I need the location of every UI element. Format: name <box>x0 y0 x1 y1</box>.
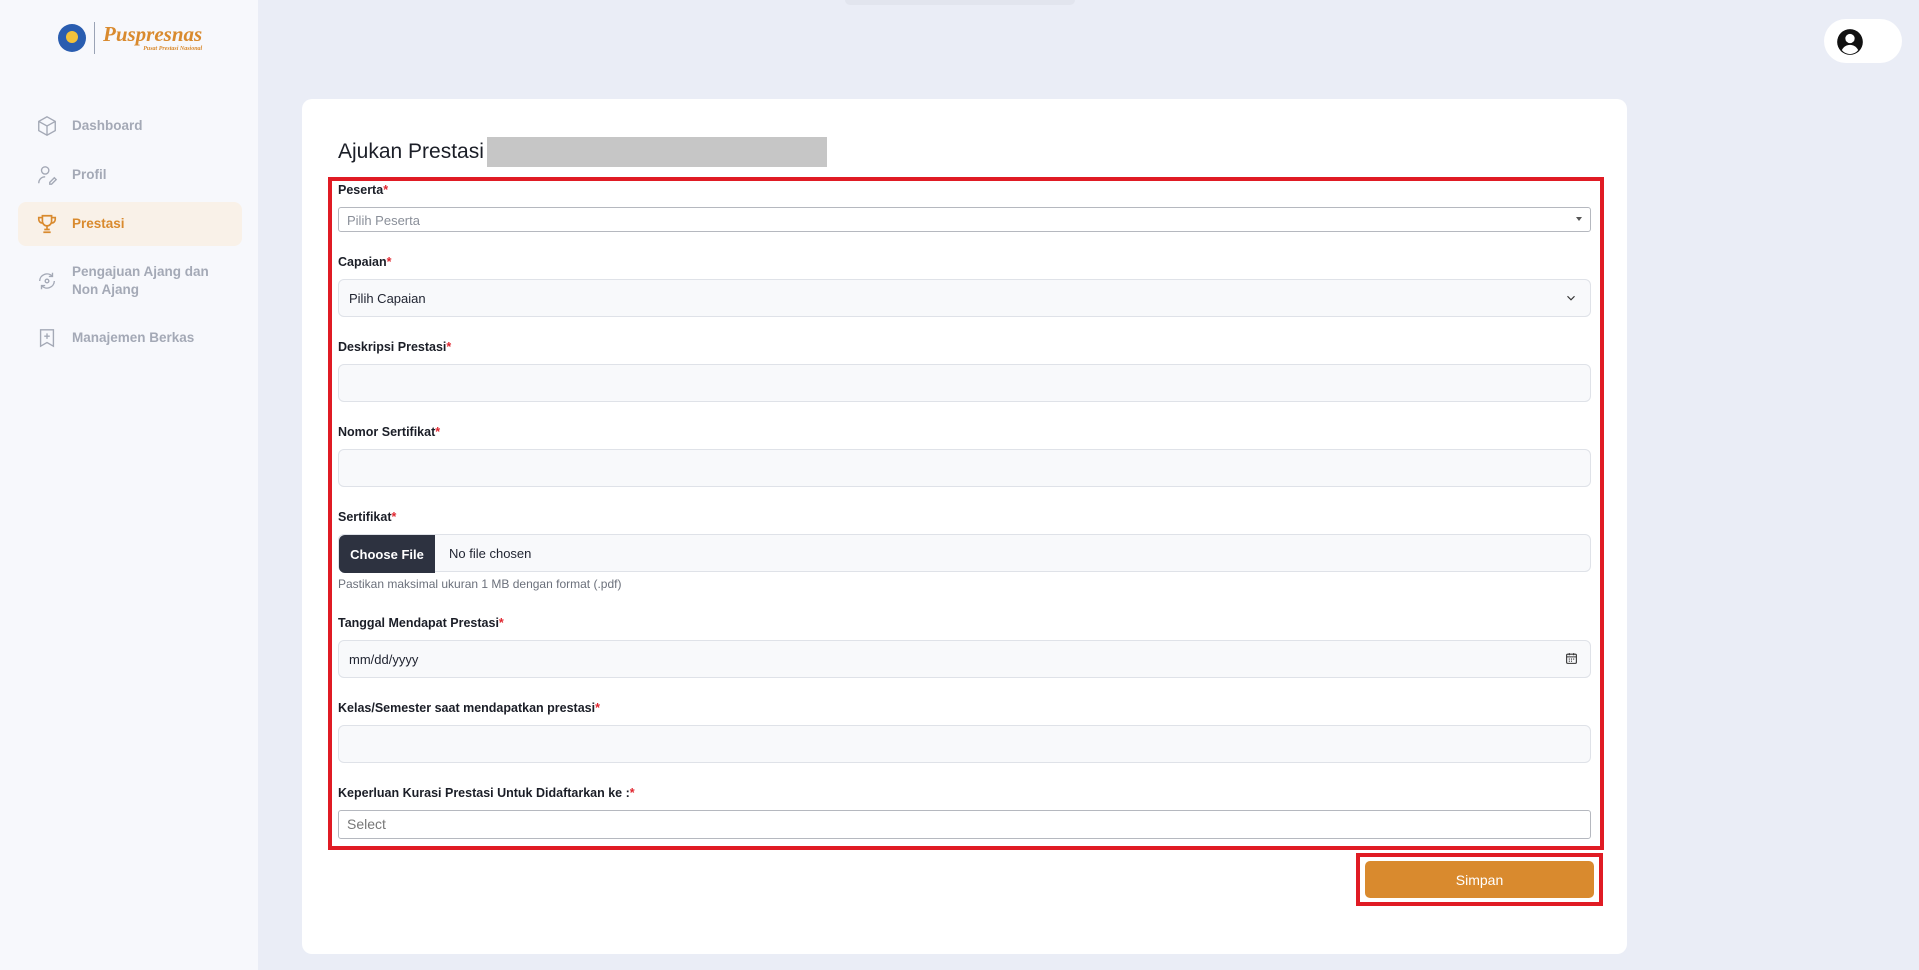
page-title: Ajukan Prestasi <box>338 140 484 163</box>
brand-name: Puspresnas Pusat Prestasi Nasional <box>103 22 203 53</box>
sidebar-item-label: Prestasi <box>72 216 125 231</box>
field-label: Deskripsi Prestasi* <box>338 340 452 354</box>
field-capaian: Capaian* Pilih Capaian <box>338 255 1591 317</box>
file-status: No file chosen <box>449 546 532 561</box>
user-menu-button[interactable] <box>1824 19 1902 63</box>
sertifikat-file-input[interactable]: Choose File No file chosen <box>338 534 1591 573</box>
emblem-icon <box>58 24 86 52</box>
save-button[interactable]: Simpan <box>1365 861 1594 898</box>
sidebar: Puspresnas Pusat Prestasi Nasional Dashb… <box>0 0 258 970</box>
field-label: Kelas/Semester saat mendapatkan prestasi… <box>338 701 600 715</box>
cube-icon <box>38 116 56 136</box>
choose-file-button[interactable]: Choose File <box>339 535 435 573</box>
sidebar-item-label: Dashboard <box>72 118 143 133</box>
user-edit-icon <box>38 166 58 185</box>
sidebar-item-dashboard[interactable]: Dashboard <box>18 104 242 148</box>
sidebar-item-manajemen-berkas[interactable]: Manajemen Berkas <box>18 316 242 360</box>
form-card: Ajukan Prestasi Peserta* Pilih Peserta C… <box>302 99 1627 954</box>
field-sertifikat: Sertifikat* Choose File No file chosen P… <box>338 510 1591 591</box>
field-label: Nomor Sertifikat* <box>338 425 441 439</box>
calendar-icon[interactable] <box>1565 652 1578 665</box>
file-help-text: Pastikan maksimal ukuran 1 MB dengan for… <box>338 577 622 591</box>
bookmark-plus-icon <box>39 329 55 348</box>
kelas-semester-input[interactable] <box>338 725 1591 763</box>
sidebar-nav: Dashboard Profil Prestasi Pengajuan Ajan… <box>18 104 242 365</box>
caret-down-icon <box>1576 217 1582 221</box>
field-keperluan: Keperluan Kurasi Prestasi Untuk Didaftar… <box>338 786 1591 839</box>
brand-tagline: Pusat Prestasi Nasional <box>143 46 203 52</box>
field-kelas-semester: Kelas/Semester saat mendapatkan prestasi… <box>338 701 1591 763</box>
field-label: Capaian* <box>338 255 392 269</box>
field-tanggal: Tanggal Mendapat Prestasi* mm/dd/yyyy <box>338 616 1591 678</box>
keperluan-select[interactable]: Select <box>338 810 1591 839</box>
sidebar-item-label: Profil <box>72 167 107 182</box>
field-deskripsi: Deskripsi Prestasi* <box>338 340 1591 402</box>
peserta-select[interactable]: Pilih Peserta <box>338 207 1591 232</box>
capaian-select[interactable]: Pilih Capaian <box>338 279 1591 317</box>
tanggal-date-input[interactable]: mm/dd/yyyy <box>338 640 1591 678</box>
user-circle-icon <box>1837 29 1863 55</box>
nomor-sertifikat-input[interactable] <box>338 449 1591 487</box>
sidebar-item-pengajuan[interactable]: Pengajuan Ajang dan Non Ajang <box>18 251 242 311</box>
logo-divider <box>94 22 95 54</box>
field-nomor-sertifikat: Nomor Sertifikat* <box>338 425 1591 487</box>
field-label: Peserta* <box>338 183 389 197</box>
deskripsi-input[interactable] <box>338 364 1591 402</box>
top-bar-stub <box>845 0 1075 5</box>
field-label: Tanggal Mendapat Prestasi* <box>338 616 504 630</box>
sidebar-item-label: Pengajuan Ajang dan Non Ajang <box>72 264 209 297</box>
sidebar-item-prestasi[interactable]: Prestasi <box>18 202 242 246</box>
field-label: Keperluan Kurasi Prestasi Untuk Didaftar… <box>338 786 635 800</box>
chevron-down-icon <box>1567 295 1575 301</box>
field-label: Sertifikat* <box>338 510 397 524</box>
trophy-icon <box>37 214 57 234</box>
brand-logo[interactable]: Puspresnas Pusat Prestasi Nasional <box>58 22 202 54</box>
field-peserta: Peserta* Pilih Peserta <box>338 183 1591 232</box>
sidebar-item-profil[interactable]: Profil <box>18 153 242 197</box>
sidebar-item-label: Manajemen Berkas <box>72 330 195 345</box>
cycle-icon <box>38 272 56 290</box>
redacted-block <box>486 137 827 167</box>
